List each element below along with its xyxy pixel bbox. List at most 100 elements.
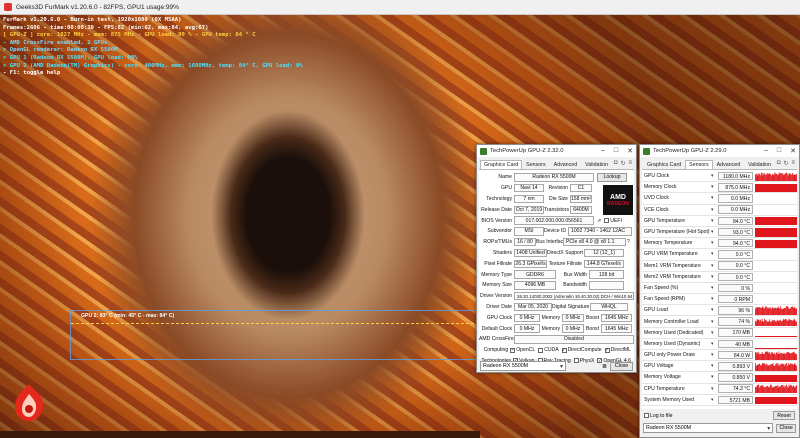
refresh-icon[interactable]: ↻ (783, 160, 788, 167)
close-button[interactable]: Close (610, 361, 633, 371)
tab-graphics-card[interactable]: Graphics Card (643, 160, 685, 169)
log-to-file-checkbox[interactable]: Log to file (644, 413, 673, 419)
sensor-dropdown-icon[interactable]: ▾ (711, 251, 718, 257)
opencl-checkbox: ✓ OpenCL (510, 346, 536, 354)
sensor-dropdown-icon[interactable]: ▾ (711, 374, 718, 380)
sensor-graph-bar (755, 308, 756, 315)
camera-icon[interactable]: ◘ (614, 160, 618, 167)
sensor-dropdown-icon[interactable]: ▾ (711, 341, 718, 347)
digital-signature-value: WHQL (590, 302, 628, 312)
menu-icon[interactable]: ≡ (791, 160, 795, 167)
sensor-graph-bar (765, 306, 766, 315)
sensor-graph-bar (783, 363, 785, 371)
sensor-dropdown-icon[interactable]: ▾ (711, 397, 718, 403)
sensor-dropdown-icon[interactable]: ▾ (711, 184, 718, 190)
sensor-graph (755, 384, 797, 394)
maximize-icon[interactable]: □ (614, 147, 618, 155)
lookup-button[interactable]: Lookup (597, 172, 627, 182)
sensor-dropdown-icon[interactable]: ▾ (711, 296, 718, 302)
sensor-graph-bar (757, 353, 759, 360)
tab-sensors[interactable]: Sensors (685, 160, 713, 169)
gpuz-card-titlebar[interactable]: TechPowerUp GPU-Z 2.32.0 – □ ✕ (477, 145, 636, 157)
sensor-graph-bar (777, 365, 779, 371)
sensor-graph-bar (789, 363, 791, 371)
directcompute-checkbox: ✓ DirectCompute (561, 346, 602, 354)
uefi-checkbox[interactable]: UEFI (604, 218, 622, 224)
sensor-dropdown-icon[interactable]: ▾ (711, 307, 718, 313)
tab-validation[interactable]: Validation (744, 160, 775, 169)
crossfire-label: AMD CrossFire (479, 336, 514, 343)
tab-sensors[interactable]: Sensors (522, 160, 549, 169)
sensor-dropdown-icon[interactable]: ▾ (711, 274, 718, 280)
sensor-graph-bar (765, 351, 766, 360)
sensor-graph-bar (774, 365, 776, 371)
sensor-graph-bar (776, 173, 777, 181)
sensor-graph-bar (791, 352, 792, 360)
sensor-dropdown-icon[interactable]: ▾ (711, 240, 718, 246)
sensor-graph-bar (764, 386, 766, 394)
sensor-graph-bar (779, 308, 781, 315)
sensor-dropdown-icon[interactable]: ▾ (711, 363, 718, 369)
sensor-graph-bar (785, 172, 787, 181)
tab-advanced[interactable]: Advanced (550, 160, 582, 169)
sensor-graph-bar (793, 174, 795, 181)
sensor-dropdown-icon[interactable]: ▾ (711, 319, 718, 325)
sensor-dropdown-icon[interactable]: ▾ (711, 207, 718, 213)
sensor-graph-bar (766, 172, 768, 181)
maximize-icon[interactable]: □ (777, 147, 781, 155)
sensor-dropdown-icon[interactable]: ▾ (711, 330, 718, 336)
sensor-dropdown-icon[interactable]: ▾ (711, 173, 718, 179)
tab-advanced[interactable]: Advanced (713, 160, 745, 169)
app-titlebar[interactable]: Geeks3D FurMark v1.20.6.0 - 82FPS, GPU1 … (0, 0, 800, 15)
tab-validation[interactable]: Validation (581, 160, 612, 169)
gpuz-sensors-footer: Radeon RX 5500M Close (640, 422, 799, 434)
reset-button[interactable]: Reset (773, 411, 795, 420)
sensors-close-button[interactable]: Close (776, 423, 796, 433)
sensor-graph-bar (760, 385, 762, 394)
sensor-graph-bar (770, 173, 771, 181)
sensor-graph-bar (781, 363, 782, 371)
sensor-graph-bar (767, 386, 769, 394)
minimize-icon[interactable]: – (764, 147, 768, 155)
camera-icon[interactable]: ◘ (777, 160, 781, 167)
tab-graphics-card[interactable]: Graphics Card (480, 160, 523, 169)
sensor-dropdown-icon[interactable]: ▾ (711, 195, 718, 201)
subvendor-value: MSI (514, 227, 544, 236)
sensor-graph-bar (776, 307, 778, 315)
sensors-gpu-select-dropdown[interactable]: Radeon RX 5500M (643, 423, 774, 433)
sensor-graph-bar (769, 351, 771, 360)
sensor-graph-bar (791, 363, 792, 371)
sensor-dropdown-icon[interactable]: ▾ (711, 218, 718, 224)
sensor-graph-bar (767, 351, 769, 360)
sensor-graph-bar (762, 353, 764, 360)
close-icon[interactable]: ✕ (790, 147, 796, 155)
sensor-graph-bar (795, 308, 797, 315)
sensor-graph-bar (777, 306, 779, 315)
help-icon[interactable]: ? (627, 239, 630, 245)
sensor-name: Fan Speed (%) (644, 284, 679, 291)
sensor-dropdown-icon[interactable]: ▾ (711, 386, 718, 392)
sensor-graph-bar (791, 363, 793, 371)
gpuz-sensors-titlebar[interactable]: TechPowerUp GPU-Z 2.29.0 – □ ✕ (640, 145, 799, 157)
sensor-graph (755, 339, 797, 349)
sensor-graph-bar (789, 319, 791, 327)
memory-type-label: Memory Type (481, 271, 512, 278)
sensor-graph (755, 328, 797, 338)
sensor-graph-bar (760, 365, 762, 371)
sensor-dropdown-icon[interactable]: ▾ (711, 229, 718, 235)
refresh-icon[interactable]: ↻ (620, 160, 625, 167)
gpu-select-dropdown[interactable]: Radeon RX 5500M (480, 361, 566, 371)
sensor-dropdown-icon[interactable]: ▾ (711, 352, 718, 358)
gpuz-card-window: TechPowerUp GPU-Z 2.32.0 – □ ✕ Graphics Ca… (476, 144, 637, 373)
sensor-graph-bars (755, 172, 797, 181)
close-icon[interactable]: ✕ (627, 147, 633, 155)
sensor-graph-bars (755, 305, 797, 315)
menu-icon[interactable]: ≡ (628, 160, 632, 167)
settings-icon[interactable]: ≣ (602, 363, 607, 370)
share-icon[interactable]: ⇗ (597, 218, 601, 224)
device-id-value: 1002 7340 - 1462 12AC (568, 227, 632, 236)
sensor-dropdown-icon[interactable]: ▾ (711, 263, 718, 269)
minimize-icon[interactable]: – (601, 147, 605, 155)
furmark-logo-icon (15, 384, 44, 421)
sensor-dropdown-icon[interactable]: ▾ (711, 285, 718, 291)
